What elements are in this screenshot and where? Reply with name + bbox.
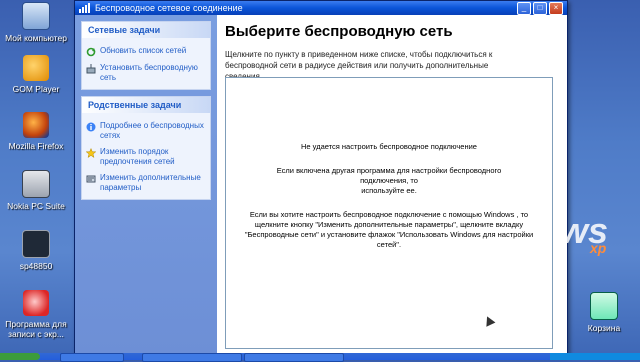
- task-label: Обновить список сетей: [100, 46, 187, 55]
- wireless-setup-icon: [86, 64, 96, 74]
- minimize-button[interactable]: _: [517, 2, 531, 15]
- setup-wireless-network-link[interactable]: Установить беспроводную сеть: [86, 63, 206, 83]
- maximize-button[interactable]: □: [533, 2, 547, 15]
- desktop-icon-sp48850[interactable]: sp48850: [0, 230, 72, 271]
- learn-wireless-link[interactable]: Подробнее о беспроводных сетях: [86, 121, 206, 141]
- nokia-pc-suite-icon: [22, 170, 50, 198]
- recycle-bin-icon: [590, 292, 618, 320]
- desktop-icon-label: Mozilla Firefox: [8, 141, 64, 151]
- gom-player-icon: [23, 55, 49, 81]
- refresh-icon: [86, 47, 96, 57]
- desktop-icon-screen-recorder[interactable]: Программа для записи с экр...: [0, 290, 72, 339]
- task-label: Изменить дополнительные параметры: [100, 173, 201, 192]
- task-label: Подробнее о беспроводных сетях: [100, 121, 204, 140]
- taskbar-button[interactable]: [60, 353, 124, 362]
- sp48850-icon: [22, 230, 50, 258]
- info-line-3: Если вы хотите настроить беспроводное по…: [244, 210, 534, 249]
- related-tasks-header[interactable]: Родственные задачи: [82, 97, 210, 113]
- tasks-sidebar: Сетевые задачи Обновить список сетей Уст…: [75, 15, 217, 354]
- network-tasks-panel: Сетевые задачи Обновить список сетей Уст…: [81, 21, 211, 90]
- main-content: Выберите беспроводную сеть Щелкните по п…: [217, 15, 567, 354]
- page-title: Выберите беспроводную сеть: [225, 23, 453, 40]
- desktop-icon-firefox[interactable]: Mozilla Firefox: [0, 112, 72, 151]
- wireless-connection-window: Беспроводное сетевое соединение _ □ × Се…: [74, 0, 568, 355]
- taskbar: [0, 353, 640, 362]
- mouse-cursor: [482, 314, 496, 327]
- desktop-icon-gom-player[interactable]: GOM Player: [0, 55, 72, 94]
- start-button[interactable]: [0, 353, 40, 360]
- info-line-1: Если включена другая программа для настр…: [276, 166, 502, 185]
- network-tasks-header[interactable]: Сетевые задачи: [82, 22, 210, 38]
- info-line-2: используйте ее.: [361, 186, 417, 195]
- desktop-icon-label: sp48850: [19, 261, 53, 271]
- desktop-icon-label: GOM Player: [12, 84, 60, 94]
- close-button[interactable]: ×: [549, 2, 563, 15]
- refresh-networks-link[interactable]: Обновить список сетей: [86, 46, 206, 57]
- taskbar-button[interactable]: [244, 353, 344, 362]
- windows-xp-logo-mark: xp: [590, 240, 607, 256]
- desktop-icon-label: Программа для записи с экр...: [5, 319, 67, 339]
- system-tray: [550, 353, 640, 360]
- desktop-icon-nokia-pc-suite[interactable]: Nokia PC Suite: [0, 170, 72, 211]
- my-computer-icon: [22, 2, 50, 30]
- task-label: Изменить порядок предпочтения сетей: [100, 147, 175, 166]
- star-icon: [86, 148, 96, 158]
- change-network-order-link[interactable]: Изменить порядок предпочтения сетей: [86, 147, 206, 167]
- desktop-icon-label: Корзина: [587, 323, 621, 333]
- taskbar-button[interactable]: [142, 353, 242, 362]
- window-title: Беспроводное сетевое соединение: [95, 3, 243, 13]
- desktop-icon-label: Nokia PC Suite: [7, 201, 65, 211]
- settings-icon: [86, 175, 96, 183]
- network-list[interactable]: Не удается настроить беспроводное подклю…: [225, 77, 553, 349]
- firefox-icon: [23, 112, 49, 138]
- error-message: Не удается настроить беспроводное подклю…: [301, 142, 477, 151]
- change-advanced-settings-link[interactable]: Изменить дополнительные параметры: [86, 173, 206, 193]
- screen-recorder-icon: [23, 290, 49, 316]
- wireless-network-icon: [79, 3, 90, 13]
- desktop-icon-recycle-bin[interactable]: Корзина: [568, 292, 640, 333]
- desktop-icon-label: Мой компьютер: [5, 33, 67, 43]
- window-titlebar[interactable]: Беспроводное сетевое соединение _ □ ×: [75, 1, 567, 15]
- info-icon: [86, 122, 96, 132]
- desktop-icon-my-computer[interactable]: Мой компьютер: [0, 2, 72, 43]
- task-label: Установить беспроводную сеть: [100, 63, 198, 82]
- related-tasks-panel: Родственные задачи Подробнее о беспровод…: [81, 96, 211, 200]
